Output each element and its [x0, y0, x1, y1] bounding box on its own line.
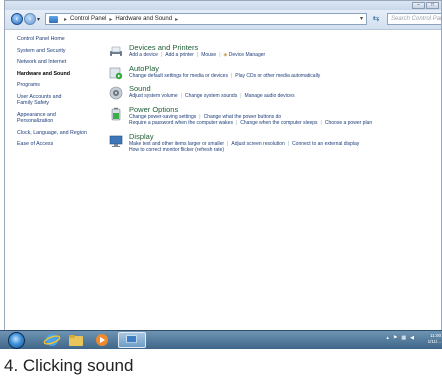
sidebar-item-programs[interactable]: Programs — [5, 82, 95, 89]
link-require-password[interactable]: Require a password when the computer wak… — [129, 120, 233, 126]
clock[interactable]: 11:00 1/11/... — [428, 333, 441, 344]
control-panel-window: – □ ‹ › ▾ ▸ Control Panel ▸ Hardware and… — [4, 0, 442, 338]
recent-pages-dropdown[interactable]: ▾ — [37, 16, 40, 23]
category-links: Adjust system volume | Change system sound… — [129, 93, 295, 99]
flag-icon[interactable]: ⚑ — [393, 335, 397, 341]
battery-icon — [111, 107, 121, 120]
breadcrumb-separator: ▸ — [175, 16, 179, 23]
breadcrumb-hardware-and-sound[interactable]: Hardware and Sound — [115, 16, 172, 22]
link-choose-power-plan[interactable]: Choose a power plan — [325, 120, 372, 126]
address-dropdown-icon[interactable]: ▾ — [360, 15, 363, 22]
sidebar-item-network-and-internet[interactable]: Network and Internet — [5, 59, 95, 66]
category-title[interactable]: Sound — [129, 84, 441, 93]
category-title[interactable]: AutoPlay — [129, 64, 441, 73]
refresh-button[interactable]: ⇆ — [369, 13, 383, 25]
category-devices-and-printers: Devices and Printers Add a device | Add a … — [105, 43, 441, 59]
link-manage-audio-devices[interactable]: Manage audio devices — [245, 93, 295, 99]
window-controls: – □ — [412, 2, 439, 9]
control-panel-icon — [49, 15, 58, 23]
windows-explorer-icon[interactable] — [66, 332, 86, 348]
category-title[interactable]: Display — [129, 132, 441, 141]
sidebar-item-system-and-security[interactable]: System and Security — [5, 48, 95, 55]
link-play-cds[interactable]: Play CDs or other media automatically — [235, 73, 320, 79]
taskbar: ▴ ⚑ ▦ ◀ 11:00 1/11/... — [0, 330, 442, 349]
shield-icon: ◈ — [223, 52, 228, 58]
sidebar-item-label: Hardware and Sound — [17, 70, 70, 77]
maximize-button[interactable]: □ — [426, 2, 439, 9]
link-connect-external-display[interactable]: Connect to an external display — [292, 141, 359, 147]
minimize-button[interactable]: – — [412, 2, 425, 9]
back-button[interactable]: ‹ — [11, 13, 23, 25]
clock-date: 1/11/... — [427, 338, 441, 344]
monitor-icon — [109, 135, 123, 147]
control-panel-taskbar-button[interactable] — [118, 332, 146, 348]
category-list: Devices and Printers Add a device | Add a … — [105, 30, 441, 154]
sidebar-item-user-accounts[interactable]: User Accounts and Family Safety — [5, 94, 77, 107]
media-player-icon[interactable] — [92, 332, 112, 348]
title-bar: – □ — [5, 1, 441, 10]
link-change-default-settings[interactable]: Change default settings for media or dev… — [129, 73, 228, 79]
printer-icon — [110, 46, 122, 57]
category-links: How to correct monitor flicker (refresh … — [129, 147, 441, 154]
speaker-icon — [109, 86, 123, 100]
category-title[interactable]: Power Options — [129, 105, 441, 114]
link-monitor-flicker[interactable]: How to correct monitor flicker (refresh … — [129, 147, 224, 153]
control-panel-icon — [126, 335, 137, 343]
tray-arrow-icon[interactable]: ▴ — [386, 335, 389, 341]
link-change-power-saving[interactable]: Change power-saving settings — [129, 114, 196, 120]
sidebar-item-ease-of-access[interactable]: Ease of Access — [5, 141, 95, 148]
category-power-options: Power Options Change power-saving settin… — [105, 105, 441, 127]
address-row: ‹ › ▾ ▸ Control Panel ▸ Hardware and Sou… — [5, 10, 441, 30]
link-change-power-buttons[interactable]: Change what the power buttons do — [204, 114, 282, 120]
sidebar-item-clock-language-region[interactable]: Clock, Language, and Region — [5, 130, 95, 137]
category-links: Change default settings for media or dev… — [129, 72, 321, 79]
link-change-sleep[interactable]: Change when the computer sleeps — [240, 120, 317, 126]
link-adjust-resolution[interactable]: Adjust screen resolution — [231, 141, 284, 147]
sidebar-item-control-panel-home[interactable]: Control Panel Home — [5, 36, 95, 43]
sidebar-item-appearance[interactable]: Appearance and Personalization — [5, 112, 77, 125]
link-add-a-printer[interactable]: Add a printer — [165, 52, 194, 58]
forward-button[interactable]: › — [24, 13, 36, 25]
clock-time: 11:00 — [430, 333, 441, 338]
breadcrumb-separator: ▸ — [64, 16, 68, 23]
breadcrumb-separator: ▸ — [109, 16, 113, 23]
category-title[interactable]: Devices and Printers — [129, 43, 441, 52]
search-input[interactable]: Search Control Panel — [387, 13, 441, 25]
link-add-a-device[interactable]: Add a device — [129, 52, 158, 58]
volume-icon[interactable]: ◀ — [410, 335, 414, 341]
sidebar: Control Panel Home System and Security N… — [5, 30, 95, 336]
address-bar[interactable]: ▸ Control Panel ▸ Hardware and Sound ▸ ▾ — [45, 13, 367, 25]
step-caption: 4. Clicking sound — [4, 356, 134, 375]
internet-explorer-icon[interactable] — [42, 332, 62, 348]
link-make-text-larger[interactable]: Make text and other items larger or smal… — [129, 141, 224, 147]
system-tray: ▴ ⚑ ▦ ◀ — [386, 335, 414, 341]
breadcrumb-control-panel[interactable]: Control Panel — [70, 16, 106, 22]
link-adjust-system-volume[interactable]: Adjust system volume — [129, 93, 178, 99]
category-display: Display Make text and other items larger… — [105, 132, 441, 154]
category-sound: Sound Adjust system volume | Change system… — [105, 84, 441, 100]
link-change-system-sounds[interactable]: Change system sounds — [185, 93, 237, 99]
category-links: Require a password when the computer wak… — [129, 120, 373, 126]
link-device-manager[interactable]: Device Manager — [229, 52, 265, 58]
link-mouse[interactable]: Mouse — [201, 52, 216, 58]
network-icon[interactable]: ▦ — [401, 335, 406, 341]
category-autoplay: AutoPlay Change default settings for med… — [105, 64, 441, 80]
sidebar-item-hardware-and-sound[interactable]: • Hardware and Sound — [5, 71, 95, 78]
start-button[interactable] — [8, 332, 25, 349]
autoplay-icon — [109, 67, 123, 79]
category-links: Add a device | Add a printer | Mouse | ◈ Devic… — [129, 52, 266, 58]
